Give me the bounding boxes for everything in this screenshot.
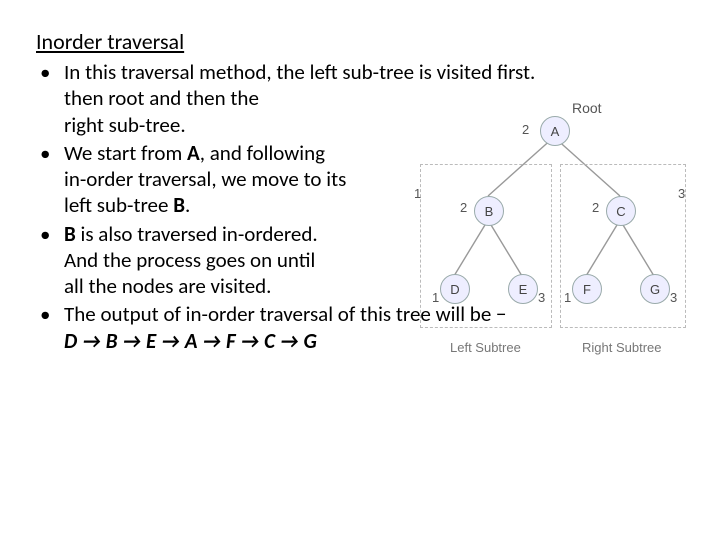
- order-B-3: 3: [538, 290, 545, 305]
- bullet-2-bold-B: B: [173, 192, 185, 218]
- left-subtree-caption: Left Subtree: [450, 340, 521, 355]
- node-E: E: [508, 274, 538, 304]
- node-D: D: [440, 274, 470, 304]
- bullet-2-bold-A: A: [187, 140, 200, 166]
- node-G: G: [640, 274, 670, 304]
- right-subtree-caption: Right Subtree: [582, 340, 662, 355]
- bullet-3-text: is also traversed in-ordered.: [76, 221, 318, 247]
- right-subtree-box: [560, 164, 686, 328]
- node-F: F: [572, 274, 602, 304]
- order-B-1: 1: [432, 290, 439, 305]
- order-B-2: 2: [460, 200, 467, 215]
- bullet-2-pre: We start from: [64, 140, 187, 166]
- root-label: Root: [572, 100, 602, 116]
- slide-title: Inorder traversal: [36, 28, 684, 55]
- order-root-2: 2: [522, 122, 529, 137]
- bullet-1-text: In this traversal method, the left sub-t…: [64, 59, 535, 85]
- node-C: C: [606, 196, 636, 226]
- bullet-3-bold-B: B: [64, 221, 76, 247]
- order-C-2: 2: [592, 200, 599, 215]
- slide: Inorder traversal In this traversal meth…: [0, 0, 720, 540]
- order-root-3: 3: [678, 186, 685, 201]
- node-B: B: [474, 196, 504, 226]
- tree-diagram: A B C D E F G Root 1 2 3 1 2 3 1 2 3 Lef…: [414, 96, 688, 366]
- order-root-1: 1: [414, 186, 421, 201]
- order-C-3: 3: [670, 290, 677, 305]
- bullet-2-cont-2c: .: [185, 192, 190, 218]
- left-subtree-box: [420, 164, 552, 328]
- node-A: A: [540, 116, 570, 146]
- bullet-2-cont-2a: left sub-tree: [64, 192, 173, 218]
- bullet-2-post: , and following: [200, 140, 325, 166]
- order-C-1: 1: [564, 290, 571, 305]
